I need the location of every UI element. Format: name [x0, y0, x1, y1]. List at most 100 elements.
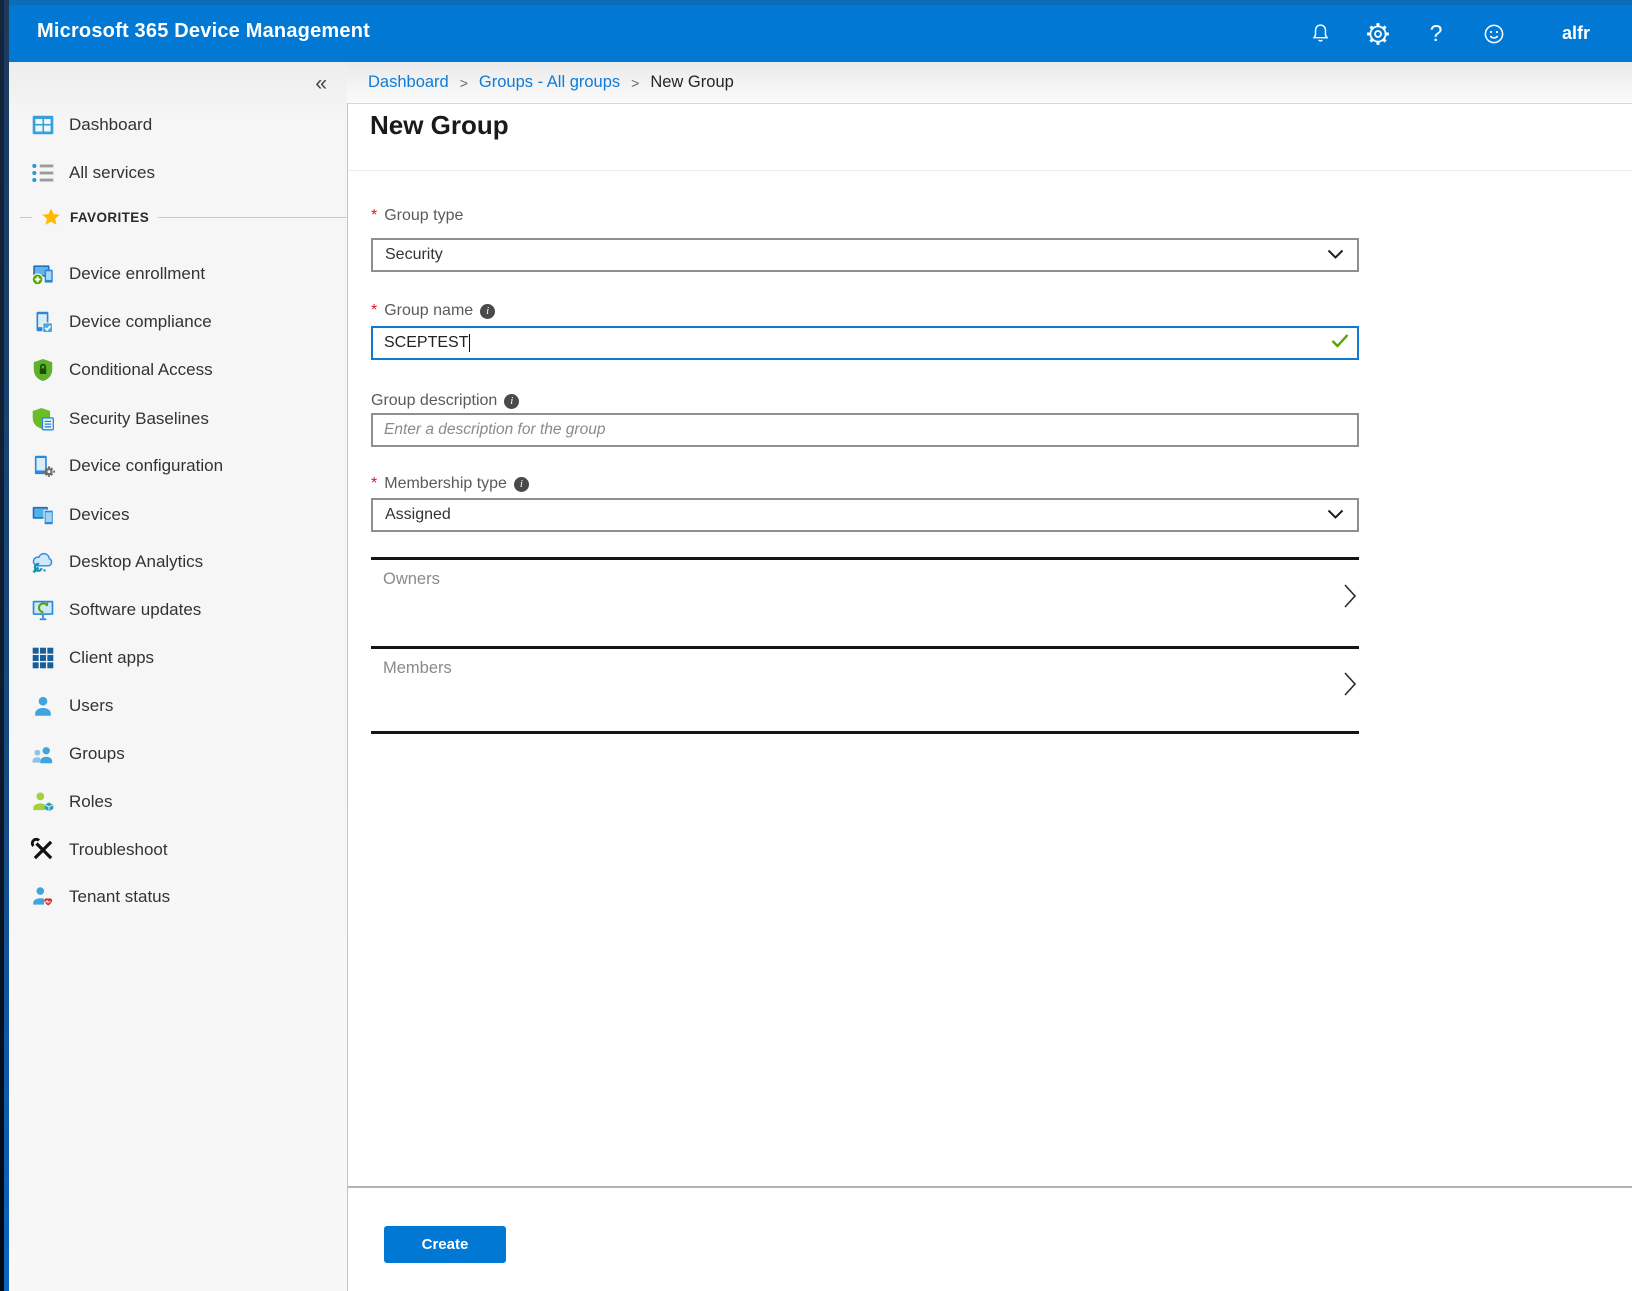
divider [158, 217, 347, 218]
software-updates-icon [30, 597, 56, 623]
field-label-text: Group name [384, 302, 473, 320]
feedback-button[interactable] [1482, 22, 1506, 46]
group-name-input[interactable]: SCEPTEST [371, 326, 1359, 360]
app-title: Microsoft 365 Device Management [37, 20, 370, 43]
sidebar-item-all-services[interactable]: All services [9, 150, 347, 196]
bell-icon [1309, 22, 1332, 45]
top-bar: Microsoft 365 Device Management [9, 0, 1632, 62]
divider [20, 217, 32, 218]
required-marker: * [371, 302, 377, 320]
help-button[interactable]: ? [1424, 22, 1448, 46]
breadcrumb-item-current: New Group [650, 73, 733, 92]
breadcrumb-band: Dashboard > Groups - All groups > New Gr… [347, 62, 1632, 103]
page-title: New Group [370, 110, 509, 141]
sidebar-item-groups[interactable]: Groups [9, 731, 347, 777]
devices-icon [30, 502, 56, 528]
sidebar-item-label: Client apps [69, 648, 154, 668]
tenant-status-icon [30, 884, 56, 910]
field-label-text: Membership type [384, 475, 507, 493]
client-apps-icon [30, 645, 56, 671]
device-configuration-icon [30, 453, 56, 479]
all-services-icon [30, 160, 56, 186]
field-label-text: Group description [371, 392, 497, 410]
sidebar-item-label: Device compliance [69, 312, 212, 332]
sidebar-item-label: Conditional Access [69, 360, 213, 380]
conditional-access-icon [30, 357, 56, 383]
sidebar-item-label: Device configuration [69, 456, 223, 476]
settings-button[interactable] [1366, 22, 1390, 46]
membership-type-label: * Membership type i [371, 473, 529, 495]
group-type-select[interactable]: Security [371, 238, 1359, 272]
sidebar-item-label: Device enrollment [69, 264, 205, 284]
breadcrumb-separator-icon: > [460, 75, 468, 91]
selected-value: Security [385, 246, 443, 264]
sidebar-item-label: Troubleshoot [69, 840, 168, 860]
owners-row[interactable]: Owners [371, 560, 1359, 645]
gear-icon [1366, 22, 1390, 46]
sidebar-item-roles[interactable]: Roles [9, 779, 347, 825]
sidebar-item-client-apps[interactable]: Client apps [9, 635, 347, 681]
chevron-down-icon [1327, 506, 1344, 524]
sidebar-item-troubleshoot[interactable]: Troubleshoot [9, 827, 347, 873]
feedback-smiley-icon [1482, 22, 1506, 46]
new-group-blade: New Group * Group type Security * Group … [347, 103, 1632, 1291]
groups-icon [30, 741, 56, 767]
sidebar-item-conditional-access[interactable]: Conditional Access [9, 347, 347, 393]
valid-check-icon [1331, 334, 1349, 353]
owners-label: Owners [383, 570, 440, 589]
sidebar-item-device-configuration[interactable]: Device configuration [9, 443, 347, 489]
window-edge-blue [4, 0, 9, 1291]
device-management-portal: Microsoft 365 Device Management [0, 0, 1632, 1291]
required-marker: * [371, 207, 377, 225]
device-compliance-icon [30, 309, 56, 335]
group-type-label: * Group type [371, 205, 463, 227]
notifications-button[interactable] [1308, 22, 1332, 46]
chevron-right-icon [1343, 671, 1357, 702]
breadcrumb: Dashboard > Groups - All groups > New Gr… [368, 73, 734, 92]
roles-icon [30, 789, 56, 815]
members-label: Members [383, 659, 452, 678]
desktop-analytics-icon [30, 549, 56, 575]
divider [371, 731, 1359, 734]
dashboard-icon [30, 112, 56, 138]
help-icon: ? [1430, 22, 1443, 45]
sidebar-item-label: Security Baselines [69, 409, 209, 429]
group-description-label: Group description i [371, 390, 519, 412]
sidebar-favorites-header: FAVORITES [9, 202, 347, 232]
sidebar-item-desktop-analytics[interactable]: Desktop Analytics [9, 539, 347, 585]
create-button[interactable]: Create [384, 1226, 506, 1263]
sidebar-item-dashboard[interactable]: Dashboard [9, 102, 347, 148]
breadcrumb-item-groups-all-groups[interactable]: Groups - All groups [479, 73, 620, 92]
sidebar-item-software-updates[interactable]: Software updates [9, 587, 347, 633]
sidebar-collapse-button[interactable]: « [311, 70, 331, 98]
info-icon[interactable]: i [480, 304, 495, 319]
favorites-label: FAVORITES [70, 210, 149, 225]
sidebar-item-tenant-status[interactable]: Tenant status [9, 874, 347, 920]
troubleshoot-icon [30, 837, 56, 863]
topbar-actions: ? alfr [1274, 5, 1632, 62]
field-label-text: Group type [384, 207, 463, 225]
members-row[interactable]: Members [371, 649, 1359, 730]
sidebar-item-device-enrollment[interactable]: Device enrollment [9, 251, 347, 297]
sidebar-item-device-compliance[interactable]: Device compliance [9, 299, 347, 345]
sidebar: « Dashboard All ser [9, 62, 347, 1291]
account-label[interactable]: alfr [1562, 23, 1632, 44]
group-name-label: * Group name i [371, 300, 495, 322]
membership-type-select[interactable]: Assigned [371, 498, 1359, 532]
sidebar-item-label: Devices [69, 505, 129, 525]
security-baselines-icon [30, 406, 56, 432]
info-icon[interactable]: i [504, 394, 519, 409]
chevron-down-icon [1327, 246, 1344, 264]
sidebar-item-label: Desktop Analytics [69, 552, 203, 572]
breadcrumb-item-dashboard[interactable]: Dashboard [368, 73, 449, 92]
sidebar-item-label: Roles [69, 792, 112, 812]
sidebar-item-users[interactable]: Users [9, 683, 347, 729]
sidebar-item-label: Dashboard [69, 115, 152, 135]
group-description-input[interactable] [371, 413, 1359, 447]
sidebar-item-devices[interactable]: Devices [9, 492, 347, 538]
star-icon [41, 204, 61, 230]
group-name-value: SCEPTEST [384, 334, 468, 352]
info-icon[interactable]: i [514, 477, 529, 492]
sidebar-item-label: Software updates [69, 600, 201, 620]
sidebar-item-security-baselines[interactable]: Security Baselines [9, 396, 347, 442]
